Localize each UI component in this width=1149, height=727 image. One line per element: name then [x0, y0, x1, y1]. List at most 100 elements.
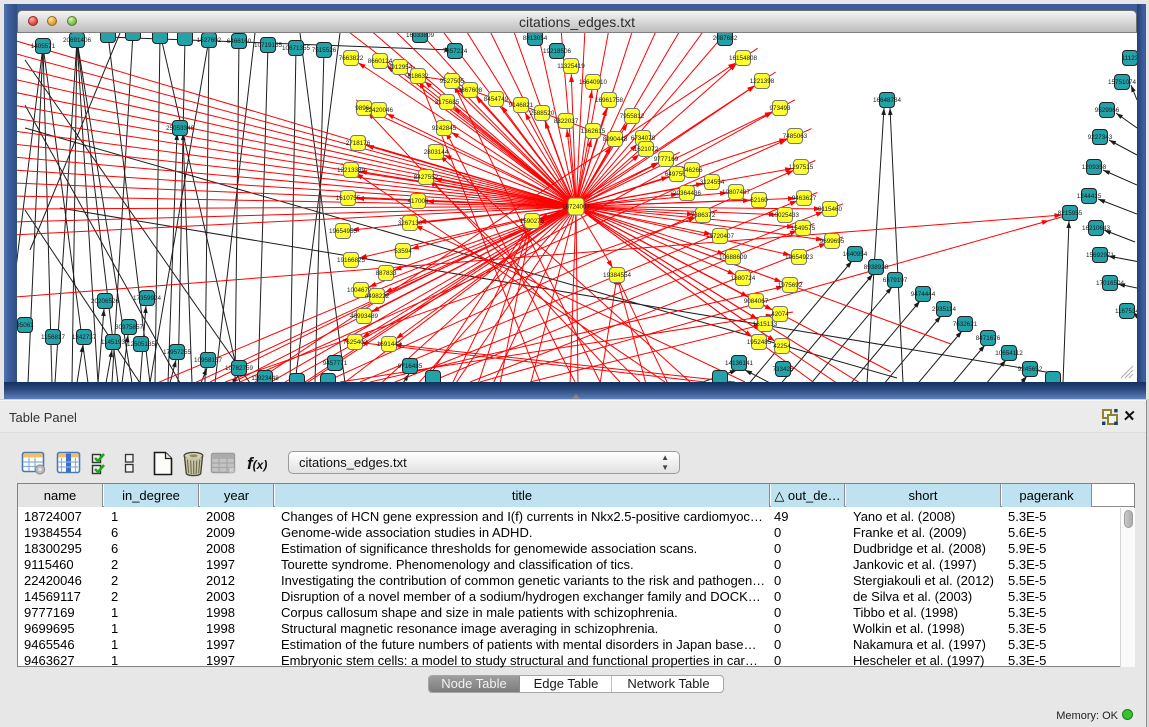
svg-text:16033809: 16033809	[406, 33, 435, 39]
svg-text:1145193: 1145193	[101, 339, 126, 346]
svg-text:10671355: 10671355	[282, 45, 311, 52]
svg-text:20364436: 20364436	[673, 190, 702, 197]
svg-text:19384554: 19384554	[603, 272, 632, 279]
svg-text:17359924: 17359924	[133, 295, 162, 302]
svg-text:8471676: 8471676	[976, 335, 1001, 342]
svg-text:15751074: 15751074	[1108, 79, 1137, 86]
svg-text:1244415: 1244415	[1077, 193, 1102, 200]
svg-text:9463627: 9463627	[792, 195, 817, 202]
svg-text:9716485: 9716485	[398, 363, 423, 370]
svg-text:1640954: 1640954	[843, 251, 868, 258]
svg-text:3175685: 3175685	[435, 99, 460, 106]
svg-text:10958137: 10958137	[194, 357, 223, 364]
svg-text:7663822: 7663822	[339, 55, 364, 62]
svg-text:9699695: 9699695	[820, 238, 845, 245]
svg-text:1342737: 1342737	[72, 334, 97, 341]
svg-text:2867608: 2867608	[458, 87, 483, 94]
svg-text:22420046: 22420046	[365, 107, 394, 114]
svg-text:42074: 42074	[771, 311, 789, 318]
svg-text:12505135: 12505135	[127, 341, 156, 348]
svg-text:9245652: 9245652	[1018, 366, 1043, 373]
svg-text:417006: 417006	[407, 198, 429, 205]
svg-text:9527505: 9527505	[440, 78, 465, 85]
svg-text:19654955: 19654955	[329, 228, 358, 235]
svg-text:9227343: 9227343	[1088, 134, 1113, 141]
svg-text:12213389: 12213389	[337, 167, 366, 174]
svg-text:20691406: 20691406	[63, 37, 92, 44]
svg-text:1621072: 1621072	[634, 146, 659, 153]
svg-text:11325419: 11325419	[557, 63, 585, 70]
svg-text:8427552: 8427552	[414, 174, 439, 181]
svg-text:887833: 887833	[375, 270, 397, 277]
svg-text:7386372: 7386372	[691, 212, 716, 219]
svg-text:7485063: 7485063	[783, 133, 808, 140]
svg-text:9457771: 9457771	[323, 360, 348, 367]
svg-text:42254: 42254	[773, 343, 791, 350]
svg-text:10807487: 10807487	[722, 189, 751, 196]
svg-text:6734078: 6734078	[631, 135, 656, 142]
svg-text:1880724: 1880724	[731, 275, 756, 282]
svg-text:14136141: 14136141	[725, 360, 754, 367]
svg-text:1405571: 1405571	[31, 43, 56, 50]
svg-text:25053346: 25053346	[166, 125, 195, 132]
svg-text:40993489: 40993489	[350, 313, 379, 320]
svg-text:1527602: 1527602	[197, 37, 222, 44]
svg-text:8813054: 8813054	[523, 35, 548, 42]
svg-text:9777169: 9777169	[654, 156, 679, 163]
svg-text:16961758: 16961758	[595, 97, 624, 104]
svg-text:9146821: 9146821	[509, 102, 534, 109]
svg-text:2935114: 2935114	[932, 306, 957, 313]
svg-text:10688609: 10688609	[719, 254, 748, 261]
svg-text:16648784: 16648784	[873, 97, 902, 104]
svg-text:9242845: 9242845	[432, 125, 457, 132]
svg-text:16210643: 16210643	[1082, 225, 1111, 232]
svg-text:11923448: 11923448	[251, 375, 279, 382]
svg-text:11123: 11123	[1122, 55, 1137, 62]
svg-text:8990448: 8990448	[603, 136, 628, 143]
svg-text:10782759: 10782759	[225, 365, 254, 372]
svg-text:10654112: 10654112	[995, 350, 1023, 357]
svg-text:1221398: 1221398	[750, 78, 775, 85]
svg-text:1975692: 1975692	[778, 282, 803, 289]
svg-text:1167534: 1167534	[1115, 308, 1137, 315]
svg-text:1952485: 1952485	[747, 339, 772, 346]
svg-text:35061: 35061	[17, 322, 34, 329]
svg-text:1549575: 1549575	[791, 225, 816, 232]
svg-text:62160: 62160	[750, 197, 768, 204]
svg-text:7632621: 7632621	[953, 321, 978, 328]
svg-text:17016504: 17016504	[1096, 280, 1125, 287]
svg-text:1297515: 1297515	[789, 164, 814, 171]
svg-text:19654923: 19654923	[785, 254, 814, 261]
svg-text:2087682: 2087682	[713, 35, 738, 42]
svg-text:3124554: 3124554	[700, 179, 725, 186]
svg-text:4498222: 4498222	[365, 293, 390, 300]
svg-text:1156817: 1156817	[41, 334, 66, 341]
svg-text:6466160: 6466160	[227, 38, 252, 45]
svg-text:2803144: 2803144	[424, 149, 449, 156]
svg-text:17957255: 17957255	[163, 349, 192, 356]
svg-text:9474444: 9474444	[911, 291, 936, 298]
svg-text:53594: 53594	[394, 248, 412, 255]
svg-text:18724007: 18724007	[562, 204, 591, 211]
svg-text:7515526: 7515526	[312, 47, 337, 54]
svg-text:8454749: 8454749	[484, 96, 509, 103]
svg-text:973493: 973493	[769, 105, 791, 112]
svg-text:1362615: 1362615	[581, 128, 606, 135]
svg-text:15720407: 15720407	[706, 233, 735, 240]
svg-text:20206526: 20206526	[91, 298, 120, 305]
svg-text:8938928: 8938928	[864, 264, 889, 271]
svg-text:30975857: 30975857	[115, 324, 144, 331]
svg-text:7857224: 7857224	[443, 48, 468, 55]
svg-text:1610755: 1610755	[336, 195, 361, 202]
svg-text:15692971: 15692971	[1086, 252, 1115, 259]
svg-text:8912954: 8912954	[388, 64, 413, 71]
svg-text:9529966: 9529966	[1095, 107, 1120, 114]
svg-text:19218506: 19218506	[543, 48, 572, 55]
svg-text:1209358: 1209358	[1082, 164, 1107, 171]
svg-text:16640910: 16640910	[579, 79, 608, 86]
svg-text:10719155: 10719155	[254, 42, 283, 49]
svg-text:19166825: 19166825	[337, 257, 366, 264]
svg-text:2588520: 2588520	[530, 110, 555, 117]
svg-text:3267130: 3267130	[398, 220, 423, 227]
svg-text:2718176: 2718176	[346, 140, 371, 147]
